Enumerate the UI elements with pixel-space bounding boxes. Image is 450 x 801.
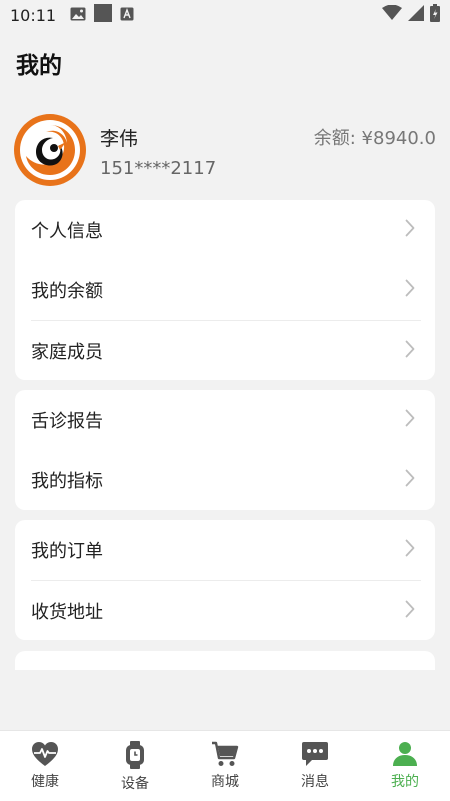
stop-square-icon: [94, 4, 113, 26]
person-icon: [392, 741, 418, 767]
user-phone: 151****2117: [100, 158, 217, 179]
menu-card-partial: [15, 651, 435, 670]
menu-item-label: 我的余额: [31, 281, 103, 302]
menu-card-health: 舌诊报告 我的指标: [15, 390, 435, 510]
tab-device[interactable]: 设备: [90, 731, 180, 801]
tab-label: 消息: [301, 774, 329, 790]
menu-item-label: 收货地址: [31, 601, 103, 623]
chevron-right-icon: [405, 340, 415, 362]
menu-card-account: 个人信息 我的余额 家庭成员: [15, 200, 435, 380]
gallery-icon: [70, 6, 86, 25]
menu-item-label: 个人信息: [31, 221, 103, 242]
balance-text: 余额: ¥8940.0: [313, 128, 436, 149]
menu-item-label: 我的订单: [31, 541, 103, 562]
menu-item-label: 舌诊报告: [31, 411, 103, 432]
tab-mine[interactable]: 我的: [360, 731, 450, 801]
menu-card-orders: 我的订单 收货地址: [15, 520, 435, 640]
battery-icon: [430, 4, 440, 26]
menu-item-my-orders[interactable]: 我的订单: [15, 520, 435, 580]
chevron-right-icon: [405, 279, 415, 301]
status-time: 10:11: [10, 5, 57, 25]
tab-label: 健康: [31, 774, 59, 790]
chevron-right-icon: [405, 469, 415, 491]
page-title: 我的: [16, 53, 62, 79]
avatar[interactable]: [14, 114, 86, 186]
menu-item-my-indicators[interactable]: 我的指标: [15, 450, 435, 510]
heart-pulse-icon: [31, 741, 59, 767]
signal-icon: [408, 5, 424, 25]
chevron-right-icon: [405, 409, 415, 431]
profile-header[interactable]: 李伟 151****2117 余额: ¥8940.0: [14, 114, 436, 188]
wifi-icon: [382, 4, 402, 25]
tab-label: 商城: [211, 774, 239, 790]
watch-icon: [124, 741, 146, 769]
chevron-right-icon: [405, 219, 415, 241]
chat-icon: [301, 741, 329, 767]
menu-item-tongue-report[interactable]: 舌诊报告: [15, 390, 435, 450]
tab-label: 我的: [391, 774, 419, 790]
cart-icon: [211, 741, 239, 767]
status-bar: 10:11: [0, 0, 450, 30]
menu-item-family-members[interactable]: 家庭成员: [15, 321, 435, 380]
menu-item-personal-info[interactable]: 个人信息: [15, 200, 435, 260]
tab-mall[interactable]: 商城: [180, 731, 270, 801]
tab-messages[interactable]: 消息: [270, 731, 360, 801]
chevron-right-icon: [405, 600, 415, 622]
chevron-right-icon: [405, 539, 415, 561]
bottom-tab-bar: 健康 设备 商城 消息 我的: [0, 730, 450, 801]
menu-item-label: 家庭成员: [31, 341, 103, 363]
tab-health[interactable]: 健康: [0, 731, 90, 801]
user-name: 李伟: [100, 128, 139, 150]
tab-label: 设备: [121, 776, 149, 792]
menu-item-label: 我的指标: [31, 471, 103, 492]
font-a-icon: [120, 6, 134, 25]
menu-item-my-balance[interactable]: 我的余额: [15, 260, 435, 320]
menu-item-shipping-address[interactable]: 收货地址: [15, 581, 435, 640]
